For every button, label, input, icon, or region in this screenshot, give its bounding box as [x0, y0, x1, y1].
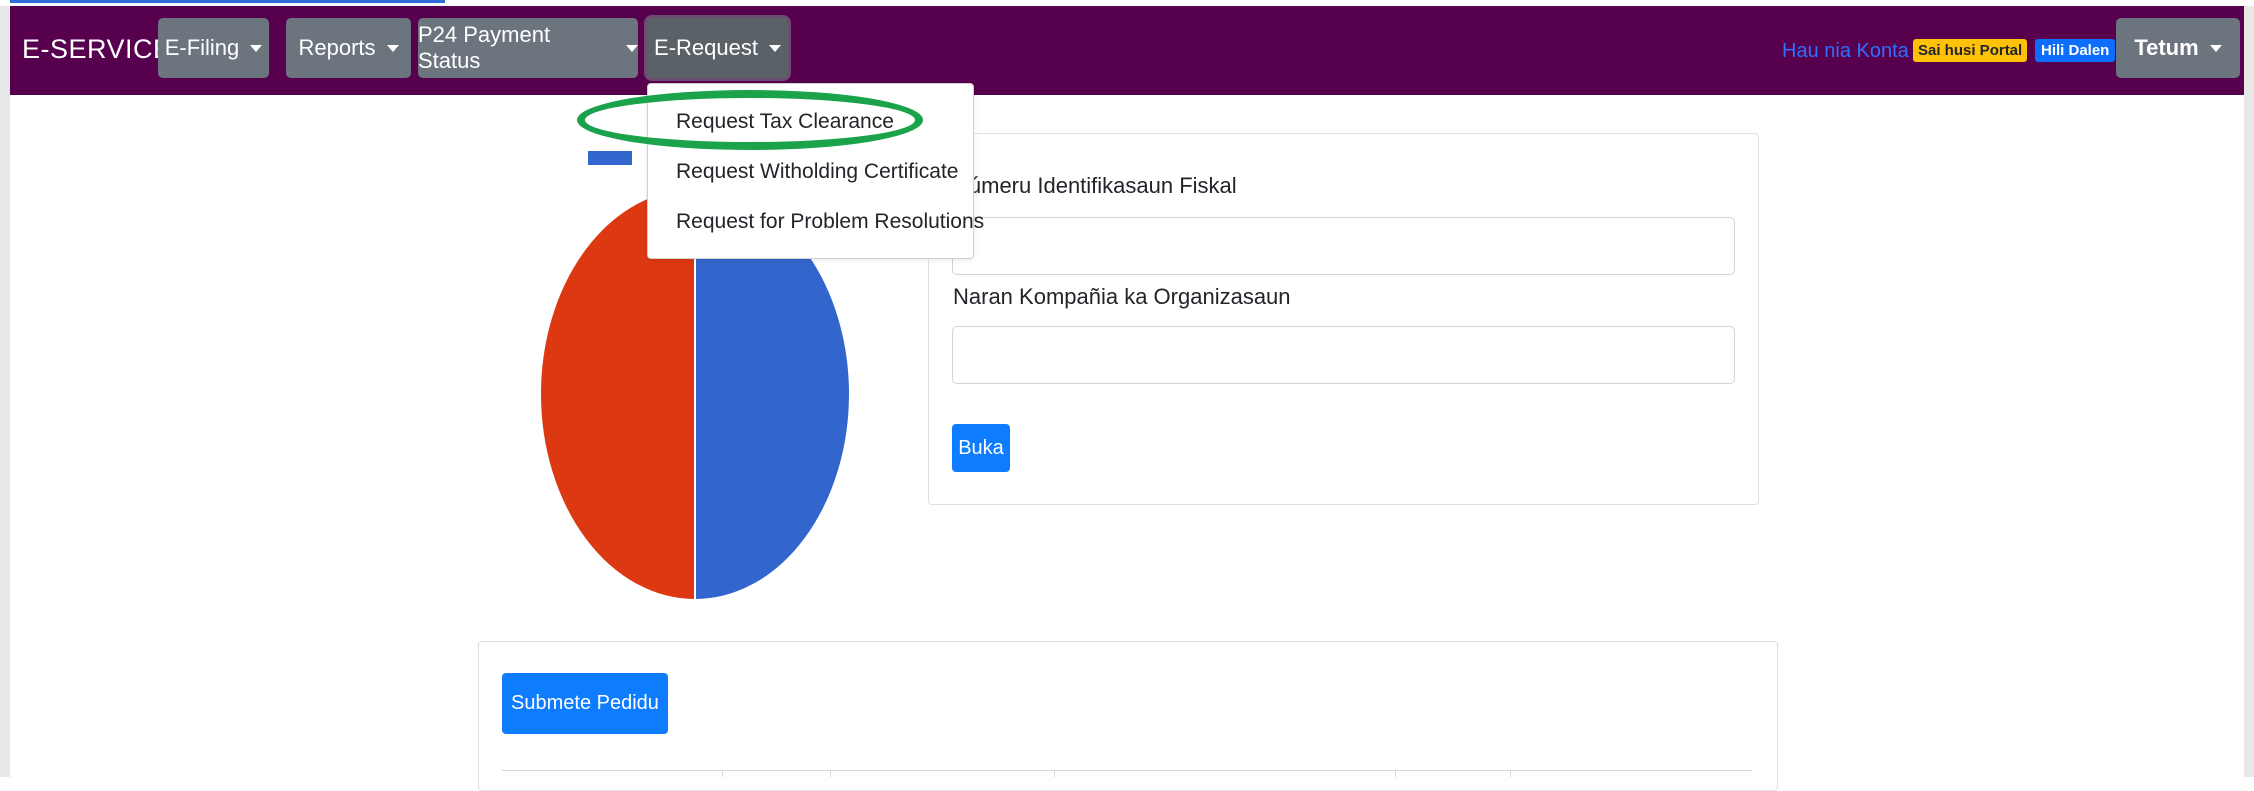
tin-field-label: Númeru Identifikasaun Fiskal	[953, 173, 1237, 198]
erequest-dropdown-menu: Request Tax Clearance Request Witholding…	[647, 83, 984, 259]
p24-payment-status-menu-label: P24 Payment Status	[418, 22, 551, 73]
table-column-divider	[830, 770, 831, 777]
language-menu-button[interactable]: Tetum	[2116, 18, 2240, 78]
reports-menu-button[interactable]: Reports	[286, 18, 411, 78]
skip-link-sliver	[10, 0, 445, 3]
table-column-divider	[1510, 770, 1511, 777]
p24-payment-status-menu-button[interactable]: P24 Payment Status	[418, 18, 638, 78]
chart-legend-swatch	[588, 151, 632, 165]
request-problem-resolutions-item[interactable]: Request for Problem Resolutions	[676, 210, 984, 234]
company-name-input[interactable]	[952, 326, 1735, 384]
search-button[interactable]: Buka	[952, 424, 1010, 472]
erequest-menu-button[interactable]: E-Request	[647, 18, 788, 78]
right-page-edge	[2244, 0, 2254, 777]
company-name-field-label: Naran Kompañia ka Organizasaun	[953, 284, 1291, 309]
portal-exit-badge[interactable]: Sai husi Portal	[1913, 39, 2028, 62]
tin-input[interactable]	[952, 217, 1735, 275]
request-withholding-certificate-item[interactable]: Request Witholding Certificate	[676, 160, 958, 184]
caret-down-icon	[386, 44, 399, 52]
table-column-divider	[722, 770, 723, 777]
submit-request-button[interactable]: Submete Pedidu	[502, 673, 668, 734]
erequest-menu-label: E-Request	[654, 35, 758, 60]
top-navbar: E-SERVICES E-Filing Reports P24 Payment …	[10, 6, 2244, 95]
table-column-divider	[1054, 770, 1055, 777]
caret-down-icon	[768, 44, 781, 52]
logout-badge[interactable]: Hili Dalen	[2035, 39, 2116, 62]
request-table-header-border	[502, 770, 1752, 771]
reports-menu-label: Reports	[298, 35, 376, 60]
table-column-divider	[1395, 770, 1396, 777]
language-menu-label: Tetum	[2134, 35, 2199, 60]
request-list-card	[478, 641, 1778, 791]
caret-down-icon	[626, 44, 638, 52]
left-page-edge	[0, 0, 10, 777]
account-link[interactable]: Hau nia Konta	[1782, 40, 1909, 63]
request-tax-clearance-item[interactable]: Request Tax Clearance	[676, 110, 894, 134]
caret-down-icon	[2209, 44, 2222, 52]
caret-down-icon	[250, 44, 263, 52]
efiling-menu-button[interactable]: E-Filing	[158, 18, 269, 78]
efiling-menu-label: E-Filing	[164, 35, 240, 60]
